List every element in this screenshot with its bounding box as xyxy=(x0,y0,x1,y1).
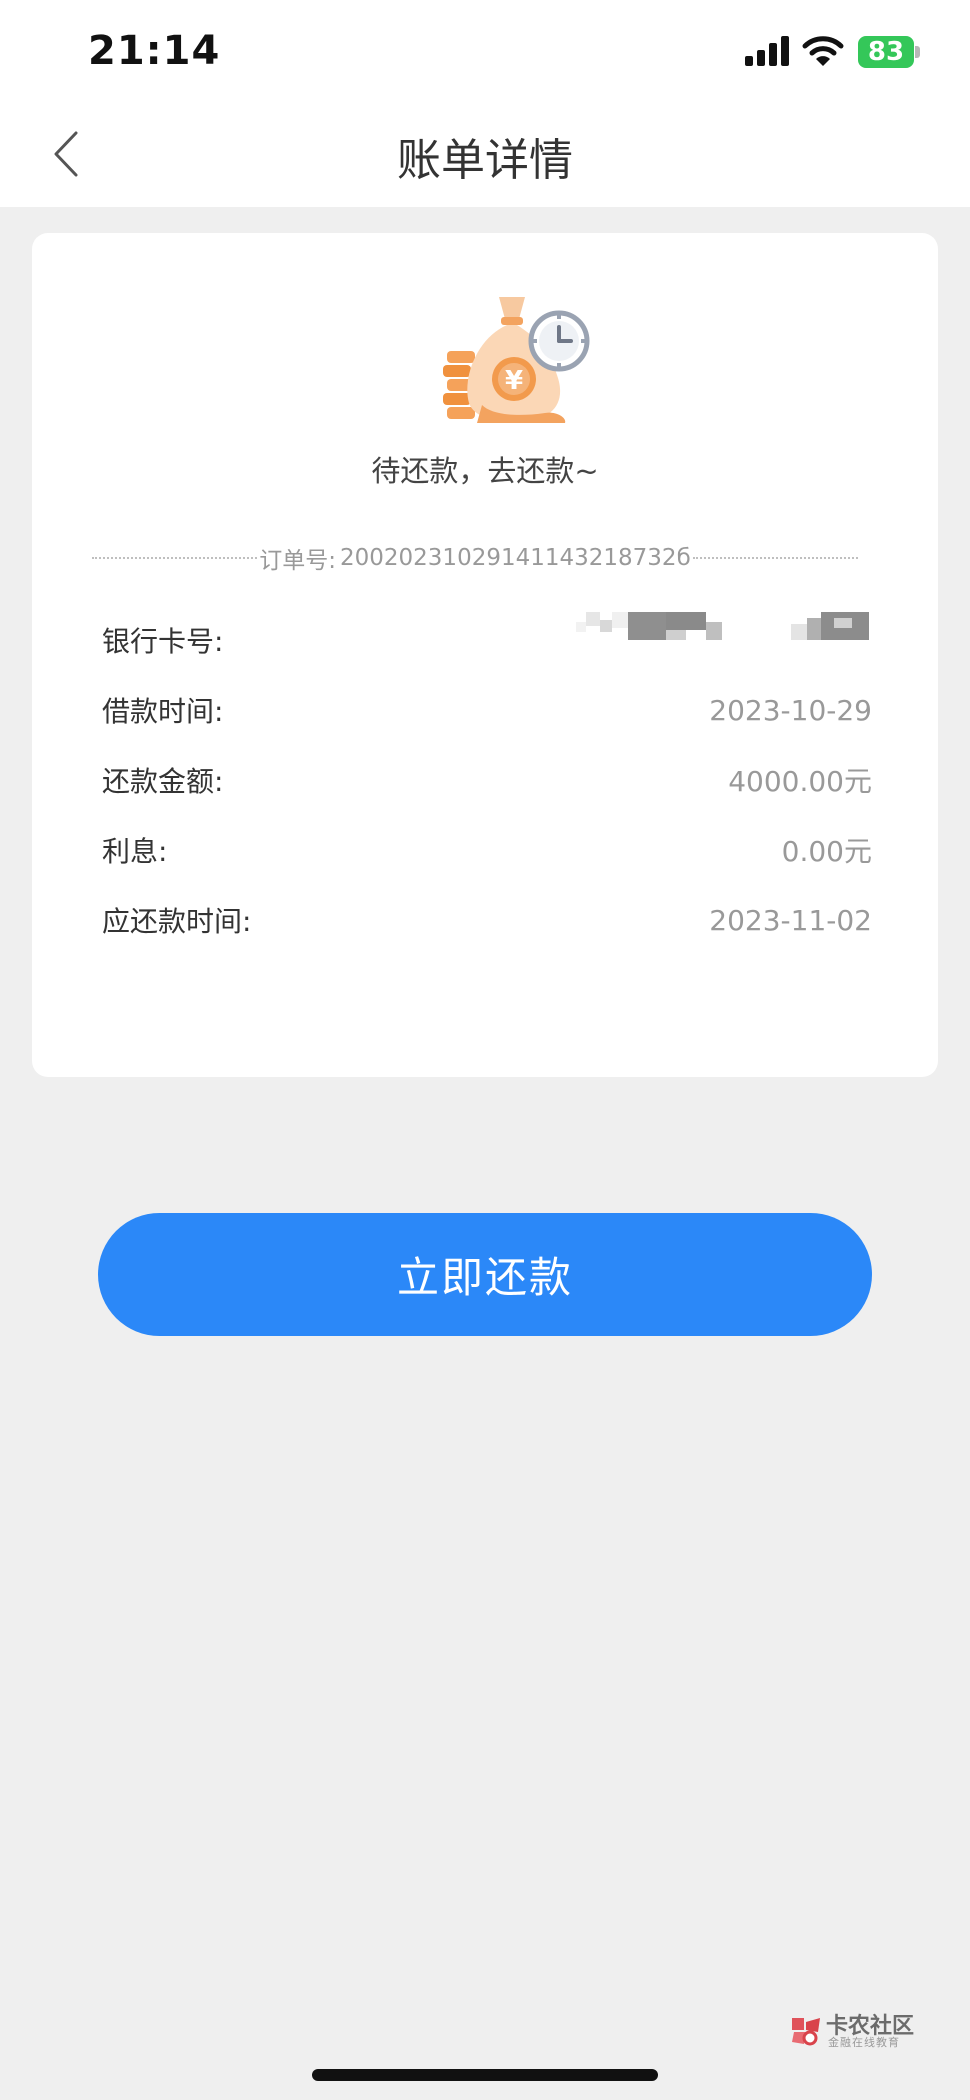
info-row-loan-date: 借款时间: 2023-10-29 xyxy=(102,688,872,732)
info-label: 利息: xyxy=(102,835,168,868)
money-bag-clock-icon: ¥ xyxy=(443,297,590,423)
repay-now-button[interactable]: 立即还款 xyxy=(98,1213,872,1336)
home-indicator xyxy=(312,2069,658,2081)
info-label: 还款金额: xyxy=(102,765,224,798)
divider xyxy=(92,557,258,559)
info-value: 0.00元 xyxy=(781,835,872,868)
info-row-interest: 利息: 0.00元 xyxy=(102,828,872,872)
info-value: 2023-11-02 xyxy=(709,903,872,937)
bill-status-text: 待还款，去还款~ xyxy=(371,454,599,488)
svg-text:¥: ¥ xyxy=(505,366,523,396)
watermark-subtitle: 金融在线教育 xyxy=(828,2036,900,2049)
battery-level: 83 xyxy=(867,37,905,67)
battery-tip xyxy=(915,46,920,58)
page-title: 账单详情 xyxy=(397,135,573,186)
status-time: 21:14 xyxy=(88,28,221,74)
info-label: 借款时间: xyxy=(102,695,224,728)
order-label: 订单号: xyxy=(259,548,336,574)
kanong-logo-icon xyxy=(792,2018,820,2046)
info-label: 应还款时间: xyxy=(102,905,252,938)
info-row-due-date: 应还款时间: 2023-11-02 xyxy=(102,898,872,942)
masked-bank-card-number xyxy=(576,608,876,644)
info-value: 2023-10-29 xyxy=(709,693,872,727)
info-row-repay-amount: 还款金额: 4000.00元 xyxy=(102,758,872,802)
order-number: 20020231029141143218732б xyxy=(340,545,691,571)
signal-icon xyxy=(745,36,789,66)
status-bar: 21:14 83 xyxy=(0,0,970,100)
info-label: 银行卡号: xyxy=(102,625,224,658)
bill-card: ¥ 待还款，去还款~ 订单号: 20020231029141143218732б… xyxy=(32,233,938,1077)
bill-detail-page: 21:14 83 账单详情 ¥ 待还款，去还款~ 订单号: 2002023102… xyxy=(0,0,970,2100)
nav-bar: 账单详情 xyxy=(0,100,970,207)
battery-icon: 83 xyxy=(858,36,914,68)
divider xyxy=(692,557,858,559)
info-value: 4000.00元 xyxy=(728,765,872,798)
wifi-icon xyxy=(802,36,844,66)
watermark: 卡农社区 金融在线教育 xyxy=(788,2008,918,2052)
order-number-line: 订单号: 20020231029141143218732б xyxy=(92,543,858,574)
